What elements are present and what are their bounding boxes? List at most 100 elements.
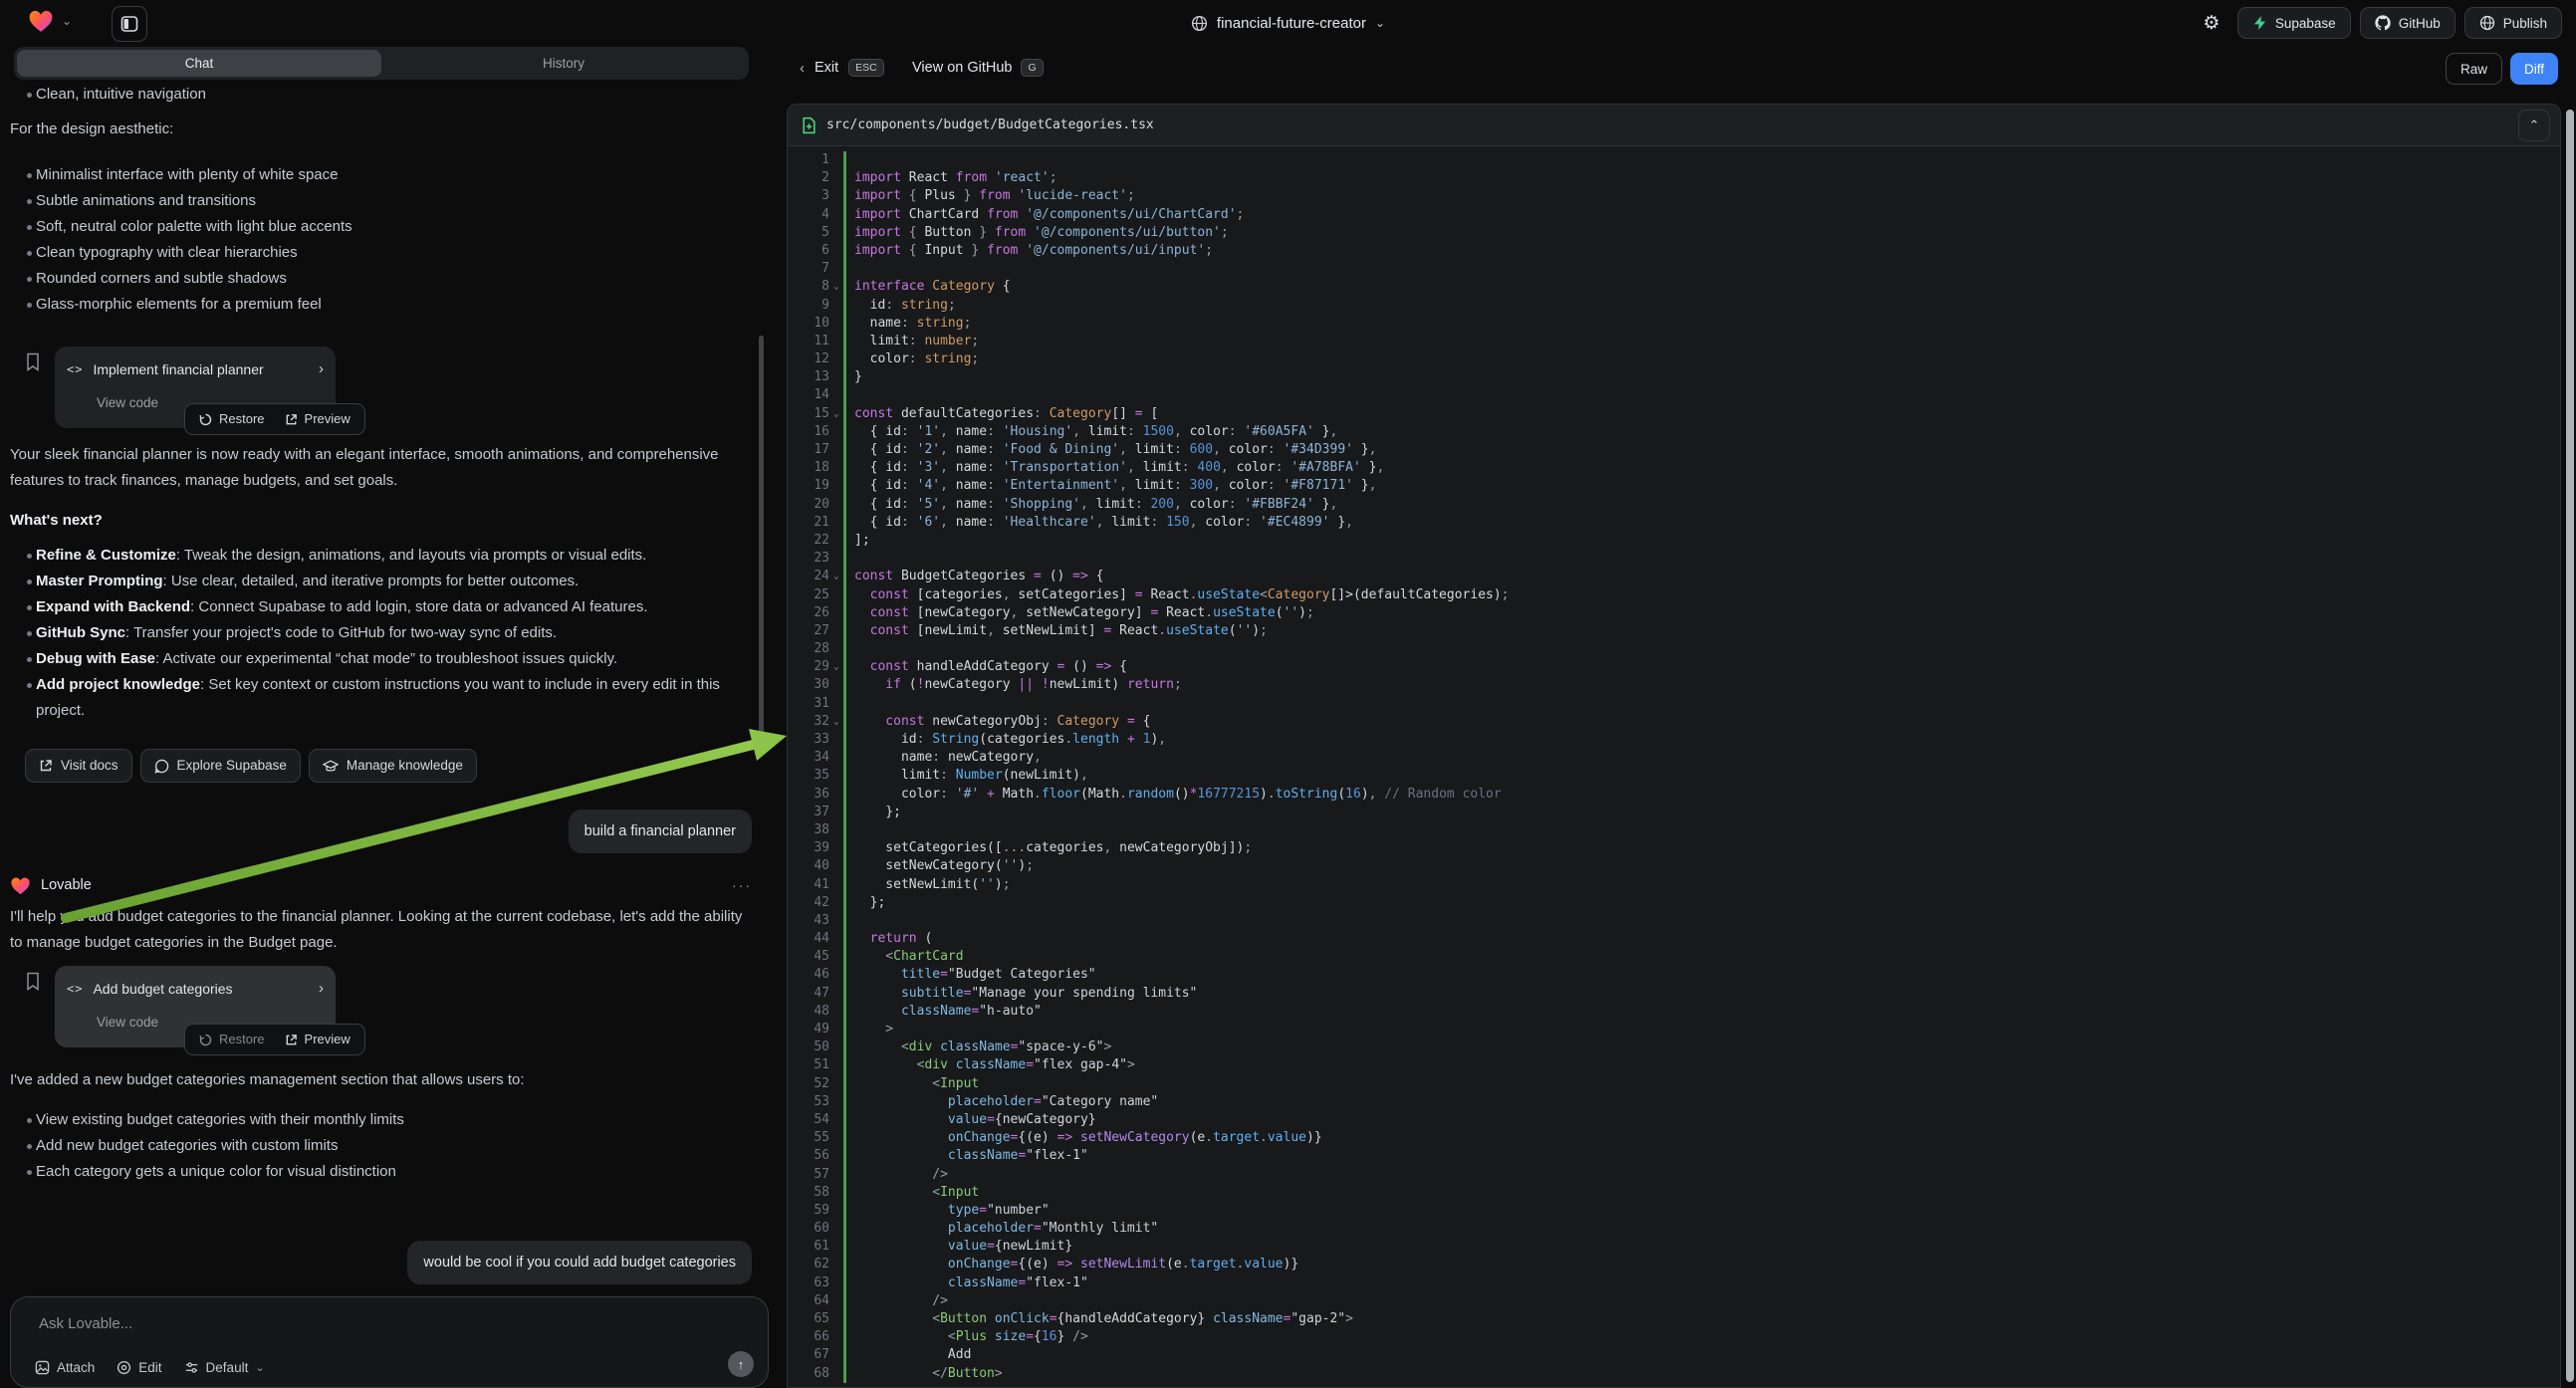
code-line: 44 return ( xyxy=(788,930,2560,948)
code-editor[interactable]: 12import React from 'react';3import { Pl… xyxy=(788,146,2560,1383)
chevron-up-icon: ⌃ xyxy=(2529,117,2540,133)
tab-chat[interactable]: Chat xyxy=(17,50,381,77)
explore-supabase-button[interactable]: Explore Supabase xyxy=(140,749,301,783)
code-line: 42 }; xyxy=(788,894,2560,912)
fold-gutter xyxy=(829,1202,843,1220)
preview-button[interactable]: Preview xyxy=(275,406,360,432)
fold-gutter xyxy=(829,586,843,604)
code-line: 19 { id: '4', name: 'Entertainment', lim… xyxy=(788,477,2560,495)
fold-chevron-icon[interactable]: ⌄ xyxy=(829,568,843,585)
code-text: value={newLimit} xyxy=(843,1238,2560,1256)
code-line: 31 xyxy=(788,695,2560,713)
bookmark-icon[interactable] xyxy=(25,972,41,991)
edit-mode-button[interactable]: Edit xyxy=(117,1360,161,1375)
fold-gutter xyxy=(829,441,843,459)
send-button[interactable]: ↑ xyxy=(728,1351,754,1377)
assistant-name: Lovable xyxy=(41,872,722,898)
line-number: 37 xyxy=(788,804,829,821)
settings-gear-button[interactable]: ⚙ xyxy=(2195,7,2228,39)
github-button[interactable]: GitHub xyxy=(2360,7,2456,39)
fold-chevron-icon[interactable]: ⌄ xyxy=(829,713,843,731)
attach-button[interactable]: Attach xyxy=(35,1360,95,1375)
chevron-down-icon: ⌄ xyxy=(1375,16,1385,30)
restore-icon xyxy=(199,1034,212,1046)
code-line: 65 <Button onClick={handleAddCategory} c… xyxy=(788,1310,2560,1328)
list-item: Each category gets a unique color for vi… xyxy=(0,1159,757,1185)
restore-button[interactable]: Restore xyxy=(189,406,275,432)
fold-gutter xyxy=(829,1238,843,1256)
code-text: setNewCategory(''); xyxy=(843,857,2560,875)
code-scrollbar[interactable] xyxy=(2566,110,2574,1382)
fold-gutter xyxy=(829,350,843,368)
ask-lovable-input[interactable]: Ask Lovable... xyxy=(39,1315,132,1332)
code-line: 43 xyxy=(788,912,2560,930)
code-text: id: String(categories.length + 1), xyxy=(843,731,2560,749)
list-item: View existing budget categories with the… xyxy=(0,1107,757,1133)
code-line: 47 subtitle="Manage your spending limits… xyxy=(788,985,2560,1003)
code-text: import ChartCard from '@/components/ui/C… xyxy=(843,206,2560,224)
code-line: 57 /> xyxy=(788,1166,2560,1184)
file-header[interactable]: src/components/budget/BudgetCategories.t… xyxy=(788,105,2560,146)
line-number: 30 xyxy=(788,676,829,694)
code-text: /> xyxy=(843,1166,2560,1184)
supabase-bolt-icon xyxy=(2252,15,2267,31)
message-options-button[interactable]: ··· xyxy=(732,872,752,898)
fold-gutter xyxy=(829,894,843,912)
code-text: const defaultCategories: Category[] = [ xyxy=(843,405,2560,423)
line-number: 11 xyxy=(788,333,829,350)
fold-gutter xyxy=(829,1328,843,1346)
preview-button[interactable]: Preview xyxy=(275,1027,360,1052)
line-number: 16 xyxy=(788,423,829,441)
code-line: 45 <ChartCard xyxy=(788,948,2560,966)
code-line: 26 const [newCategory, setNewCategory] =… xyxy=(788,604,2560,622)
code-line: 22]; xyxy=(788,532,2560,550)
project-name: financial-future-creator xyxy=(1217,15,1366,32)
code-line: 46 title="Budget Categories" xyxy=(788,966,2560,984)
topbar-actions: ⚙ Supabase GitHub Publish xyxy=(2195,7,2562,39)
fold-gutter xyxy=(829,767,843,785)
code-text: </Button> xyxy=(843,1365,2560,1383)
fold-chevron-icon[interactable]: ⌄ xyxy=(829,278,843,296)
chat-scrollbar[interactable] xyxy=(759,336,764,754)
collapse-file-button[interactable]: ⌃ xyxy=(2518,110,2550,141)
code-line: 18 { id: '3', name: 'Transportation', li… xyxy=(788,459,2560,477)
line-number: 5 xyxy=(788,224,829,242)
supabase-button[interactable]: Supabase xyxy=(2237,7,2351,39)
top-bar: ⌄ financial-future-creator ⌄ ⚙ Supa xyxy=(0,0,2576,46)
code-line: 68 </Button> xyxy=(788,1365,2560,1383)
model-selector[interactable]: Default ⌄ xyxy=(184,1360,265,1375)
fold-gutter xyxy=(829,514,843,532)
line-number: 43 xyxy=(788,912,829,930)
tab-history[interactable]: History xyxy=(381,50,746,77)
fold-gutter xyxy=(829,1021,843,1039)
code-text: { id: '6', name: 'Healthcare', limit: 15… xyxy=(843,514,2560,532)
fold-gutter xyxy=(829,532,843,550)
fold-gutter xyxy=(829,1003,843,1021)
code-line: 27 const [newLimit, setNewLimit] = React… xyxy=(788,622,2560,640)
next-steps-list: Refine & Customize: Tweak the design, an… xyxy=(0,543,759,724)
exit-button[interactable]: ‹ Exit ESC xyxy=(800,59,884,77)
code-line: 66 <Plus size={16} /> xyxy=(788,1328,2560,1346)
project-switcher[interactable]: financial-future-creator ⌄ xyxy=(0,0,2576,46)
fold-chevron-icon[interactable]: ⌄ xyxy=(829,658,843,676)
fold-gutter xyxy=(829,912,843,930)
line-number: 3 xyxy=(788,187,829,205)
code-text: id: string; xyxy=(843,297,2560,315)
fold-gutter xyxy=(829,1093,843,1111)
restore-button[interactable]: Restore xyxy=(189,1027,275,1052)
publish-button[interactable]: Publish xyxy=(2464,7,2562,39)
code-text: setNewLimit(''); xyxy=(843,876,2560,894)
fold-chevron-icon[interactable]: ⌄ xyxy=(829,405,843,423)
code-text xyxy=(843,550,2560,568)
diff-button[interactable]: Diff xyxy=(2510,53,2558,85)
bookmark-icon[interactable] xyxy=(25,352,41,371)
code-line: 15⌄const defaultCategories: Category[] =… xyxy=(788,405,2560,423)
view-on-github-button[interactable]: View on GitHub G xyxy=(912,59,1044,77)
external-link-icon xyxy=(285,413,298,426)
new-file-icon xyxy=(802,116,817,134)
code-text: import { Plus } from 'lucide-react'; xyxy=(843,187,2560,205)
fold-gutter xyxy=(829,1039,843,1056)
visit-docs-button[interactable]: Visit docs xyxy=(25,749,132,783)
manage-knowledge-button[interactable]: Manage knowledge xyxy=(309,749,477,783)
raw-button[interactable]: Raw xyxy=(2446,53,2502,85)
